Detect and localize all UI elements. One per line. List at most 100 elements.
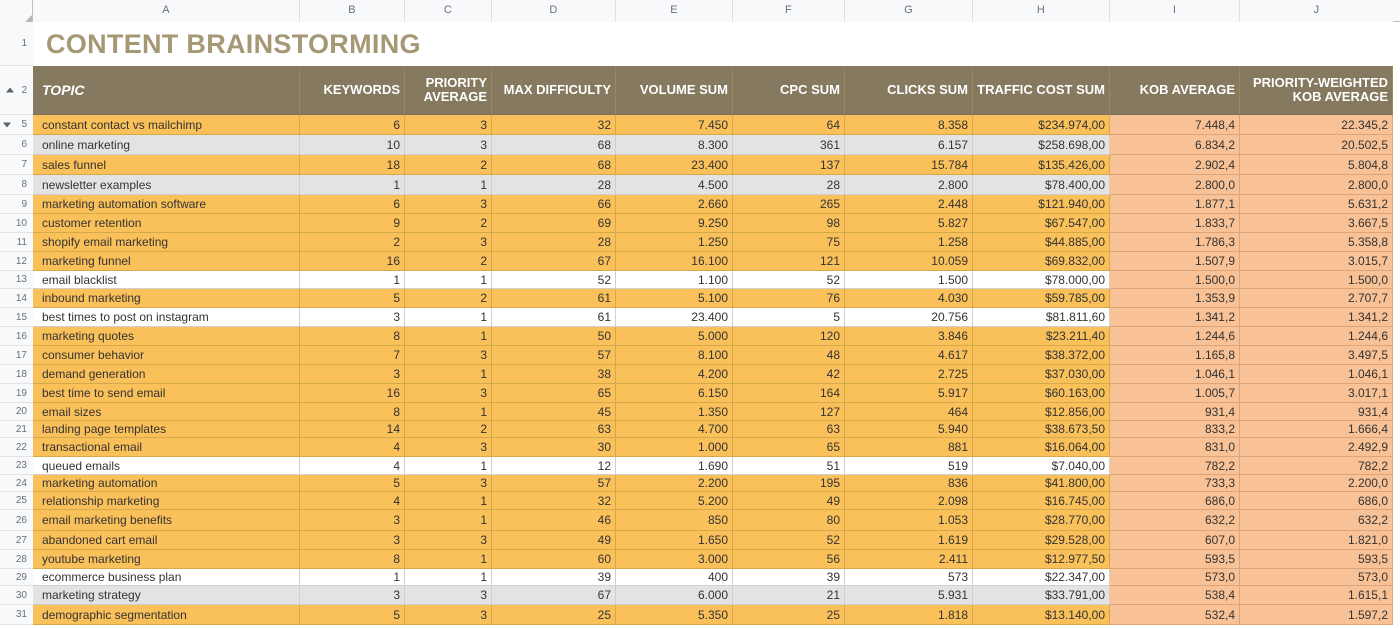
cell-max-difficulty[interactable]: 67 xyxy=(492,252,616,271)
cell-max-difficulty[interactable]: 68 xyxy=(492,155,616,175)
cell-volume-sum[interactable]: 4.500 xyxy=(616,175,733,195)
cell-cpc-sum[interactable]: 195 xyxy=(733,475,845,492)
cell-priority-average[interactable]: 1 xyxy=(405,492,492,510)
cell-clicks-sum[interactable]: 10.059 xyxy=(845,252,973,271)
cell-kob-average[interactable]: 1.165,8 xyxy=(1110,346,1240,365)
cell-clicks-sum[interactable]: 8.358 xyxy=(845,115,973,135)
cell-volume-sum[interactable]: 850 xyxy=(616,510,733,531)
row-number-5[interactable]: 5 xyxy=(0,115,33,135)
cell-max-difficulty[interactable]: 28 xyxy=(492,175,616,195)
cell-traffic-cost-sum[interactable]: $37.030,00 xyxy=(973,365,1110,384)
cell-priority-average[interactable]: 1 xyxy=(405,510,492,531)
cell-kob-average[interactable]: 1.877,1 xyxy=(1110,195,1240,214)
cell-topic[interactable]: customer retention xyxy=(33,214,300,233)
cell-priority-weighted-kob-average[interactable]: 931,4 xyxy=(1240,403,1393,421)
cell-topic[interactable]: youtube marketing xyxy=(33,550,300,569)
cell-traffic-cost-sum[interactable]: $67.547,00 xyxy=(973,214,1110,233)
row-number-30[interactable]: 30 xyxy=(0,586,33,605)
cell-priority-weighted-kob-average[interactable]: 2.492,9 xyxy=(1240,438,1393,457)
cell-clicks-sum[interactable]: 2.725 xyxy=(845,365,973,384)
cell-kob-average[interactable]: 1.507,9 xyxy=(1110,252,1240,271)
cell-priority-average[interactable]: 3 xyxy=(405,384,492,403)
cell-priority-weighted-kob-average[interactable]: 593,5 xyxy=(1240,550,1393,569)
cell-clicks-sum[interactable]: 836 xyxy=(845,475,973,492)
cell-volume-sum[interactable]: 2.660 xyxy=(616,195,733,214)
cell-kob-average[interactable]: 1.046,1 xyxy=(1110,365,1240,384)
cell-kob-average[interactable]: 686,0 xyxy=(1110,492,1240,510)
cell-keywords[interactable]: 16 xyxy=(300,384,405,403)
cell-traffic-cost-sum[interactable]: $12.977,50 xyxy=(973,550,1110,569)
header-max-difficulty[interactable]: MAX DIFFICULTY xyxy=(492,66,616,115)
cell-priority-average[interactable]: 1 xyxy=(405,308,492,327)
cell-max-difficulty[interactable]: 69 xyxy=(492,214,616,233)
cell-clicks-sum[interactable]: 4.617 xyxy=(845,346,973,365)
cell-volume-sum[interactable]: 1.000 xyxy=(616,438,733,457)
cell-topic[interactable]: demographic segmentation xyxy=(33,605,300,625)
row-number-13[interactable]: 13 xyxy=(0,271,33,289)
row-number-19[interactable]: 19 xyxy=(0,384,33,403)
cell-priority-weighted-kob-average[interactable]: 632,2 xyxy=(1240,510,1393,531)
cell-traffic-cost-sum[interactable]: $38.673,50 xyxy=(973,421,1110,438)
cell-cpc-sum[interactable]: 48 xyxy=(733,346,845,365)
cell-cpc-sum[interactable]: 76 xyxy=(733,289,845,308)
cell-priority-weighted-kob-average[interactable]: 1.666,4 xyxy=(1240,421,1393,438)
cell-kob-average[interactable]: 2.902,4 xyxy=(1110,155,1240,175)
cell-priority-average[interactable]: 2 xyxy=(405,421,492,438)
cell-traffic-cost-sum[interactable]: $135.426,00 xyxy=(973,155,1110,175)
cell-keywords[interactable]: 14 xyxy=(300,421,405,438)
row-number-22[interactable]: 22 xyxy=(0,438,33,457)
cell-traffic-cost-sum[interactable]: $13.140,00 xyxy=(973,605,1110,625)
cell-clicks-sum[interactable]: 573 xyxy=(845,569,973,586)
cell-topic[interactable]: relationship marketing xyxy=(33,492,300,510)
cell-clicks-sum[interactable]: 2.448 xyxy=(845,195,973,214)
cell-clicks-sum[interactable]: 519 xyxy=(845,457,973,475)
cell-kob-average[interactable]: 831,0 xyxy=(1110,438,1240,457)
cell-priority-average[interactable]: 3 xyxy=(405,233,492,252)
cell-traffic-cost-sum[interactable]: $28.770,00 xyxy=(973,510,1110,531)
cell-volume-sum[interactable]: 8.300 xyxy=(616,135,733,155)
cell-volume-sum[interactable]: 1.250 xyxy=(616,233,733,252)
cell-volume-sum[interactable]: 5.000 xyxy=(616,327,733,346)
cell-volume-sum[interactable]: 8.100 xyxy=(616,346,733,365)
row-number-17[interactable]: 17 xyxy=(0,346,33,365)
row-number-15[interactable]: 15 xyxy=(0,308,33,327)
cell-keywords[interactable]: 6 xyxy=(300,195,405,214)
cell-max-difficulty[interactable]: 63 xyxy=(492,421,616,438)
cell-kob-average[interactable]: 1.244,6 xyxy=(1110,327,1240,346)
cell-clicks-sum[interactable]: 5.917 xyxy=(845,384,973,403)
row-number-31[interactable]: 31 xyxy=(0,605,33,625)
cell-topic[interactable]: landing page templates xyxy=(33,421,300,438)
header-priority-average[interactable]: PRIORITY AVERAGE xyxy=(405,66,492,115)
cell-cpc-sum[interactable]: 164 xyxy=(733,384,845,403)
cell-keywords[interactable]: 8 xyxy=(300,550,405,569)
cell-kob-average[interactable]: 931,4 xyxy=(1110,403,1240,421)
cell-clicks-sum[interactable]: 5.827 xyxy=(845,214,973,233)
cell-max-difficulty[interactable]: 45 xyxy=(492,403,616,421)
cell-keywords[interactable]: 3 xyxy=(300,531,405,550)
cell-priority-average[interactable]: 3 xyxy=(405,135,492,155)
cell-clicks-sum[interactable]: 2.411 xyxy=(845,550,973,569)
cell-priority-weighted-kob-average[interactable]: 782,2 xyxy=(1240,457,1393,475)
cell-traffic-cost-sum[interactable]: $78.400,00 xyxy=(973,175,1110,195)
cell-topic[interactable]: email marketing benefits xyxy=(33,510,300,531)
cell-max-difficulty[interactable]: 32 xyxy=(492,492,616,510)
cell-traffic-cost-sum[interactable]: $234.974,00 xyxy=(973,115,1110,135)
cell-kob-average[interactable]: 632,2 xyxy=(1110,510,1240,531)
row-number-10[interactable]: 10 xyxy=(0,214,33,233)
column-header-a[interactable]: A xyxy=(33,0,300,22)
cell-keywords[interactable]: 8 xyxy=(300,327,405,346)
column-header-i[interactable]: I xyxy=(1110,0,1240,22)
column-header-h[interactable]: H xyxy=(973,0,1110,22)
cell-cpc-sum[interactable]: 98 xyxy=(733,214,845,233)
cell-kob-average[interactable]: 2.800,0 xyxy=(1110,175,1240,195)
cell-traffic-cost-sum[interactable]: $59.785,00 xyxy=(973,289,1110,308)
cell-priority-average[interactable]: 3 xyxy=(405,531,492,550)
cell-cpc-sum[interactable]: 56 xyxy=(733,550,845,569)
cell-priority-average[interactable]: 3 xyxy=(405,195,492,214)
cell-max-difficulty[interactable]: 57 xyxy=(492,475,616,492)
cell-keywords[interactable]: 3 xyxy=(300,365,405,384)
cell-volume-sum[interactable]: 5.100 xyxy=(616,289,733,308)
cell-max-difficulty[interactable]: 57 xyxy=(492,346,616,365)
column-header-b[interactable]: B xyxy=(300,0,405,22)
cell-max-difficulty[interactable]: 52 xyxy=(492,271,616,289)
